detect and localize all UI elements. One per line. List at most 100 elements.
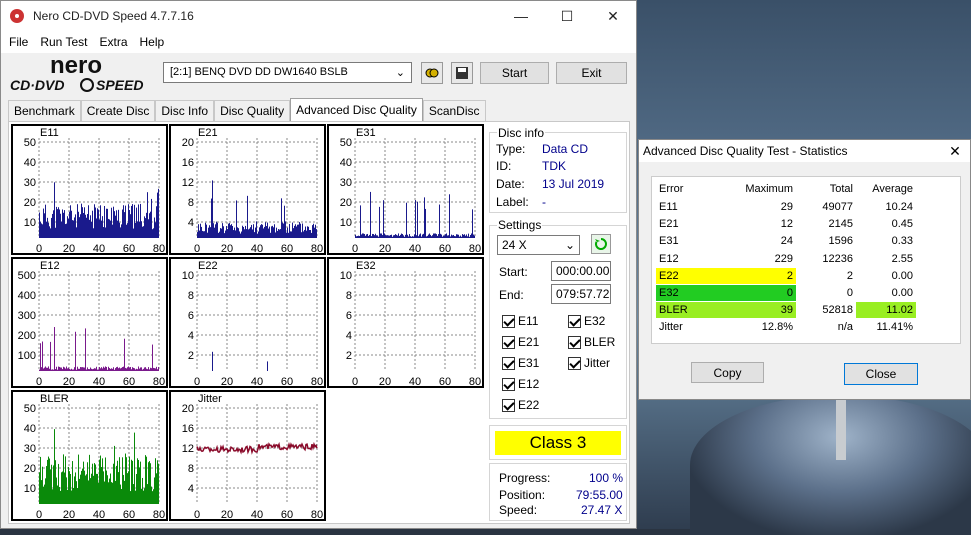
bar: [64, 472, 65, 504]
bar: [237, 227, 238, 238]
bar: [119, 457, 120, 504]
bar: [89, 219, 90, 238]
bar: [52, 489, 53, 504]
drive-select[interactable]: [2:1] BENQ DVD DD DW1640 BSLB ⌄: [163, 62, 412, 83]
bar: [148, 367, 149, 371]
x-tick-label: 0: [36, 243, 42, 255]
bar: [457, 234, 458, 238]
checkbox-e22[interactable]: E22: [502, 398, 539, 412]
y-tick-label: 8: [188, 463, 194, 475]
maximize-button[interactable]: ☐: [544, 1, 590, 31]
bar: [290, 231, 291, 238]
bar: [129, 209, 130, 238]
bar: [143, 226, 144, 238]
bar: [391, 234, 392, 238]
checkbox-bler[interactable]: BLER: [568, 335, 615, 349]
checkbox-e32[interactable]: E32: [568, 314, 605, 328]
x-tick-label: 60: [123, 376, 135, 388]
bar: [74, 217, 75, 238]
start-button[interactable]: Start: [480, 62, 549, 84]
save-icon[interactable]: [451, 62, 473, 84]
refresh-icon[interactable]: [591, 234, 611, 254]
bar: [144, 367, 145, 371]
y-tick-label: 30: [24, 177, 36, 189]
checkbox-e31[interactable]: E31: [502, 356, 539, 370]
bar: [422, 234, 423, 238]
x-tick-label: 0: [194, 509, 200, 521]
bar: [140, 461, 141, 504]
start-field[interactable]: 000:00.00: [551, 261, 611, 281]
bar: [299, 222, 300, 238]
bar: [107, 369, 108, 371]
menu-extra[interactable]: Extra: [93, 35, 133, 49]
x-tick-label: 40: [251, 376, 263, 388]
x-tick-label: 0: [352, 243, 358, 255]
bar: [114, 369, 115, 371]
tab-create-disc[interactable]: Create Disc: [80, 100, 156, 121]
y-tick-label: 2: [188, 350, 194, 362]
x-tick-label: 20: [221, 509, 233, 521]
bar: [40, 221, 41, 238]
y-tick-label: 10: [24, 483, 36, 495]
minimize-button[interactable]: —: [498, 1, 544, 31]
bar: [47, 459, 48, 504]
bar: [147, 484, 148, 504]
end-field[interactable]: 079:57.72: [551, 284, 611, 304]
checkbox-e21[interactable]: E21: [502, 335, 539, 349]
bar: [135, 222, 136, 238]
tab-advanced-disc-quality[interactable]: Advanced Disc Quality: [290, 98, 423, 121]
start-label: Start:: [499, 265, 528, 279]
bar: [233, 230, 234, 238]
checkbox-jitter[interactable]: Jitter: [568, 356, 610, 370]
bar: [101, 467, 102, 504]
bar: [265, 222, 266, 238]
bar: [63, 212, 64, 238]
chart-title: E12: [40, 260, 60, 272]
y-tick-label: 16: [182, 423, 194, 435]
checkbox-e11[interactable]: E11: [502, 314, 538, 328]
close-button[interactable]: ✕: [590, 1, 636, 31]
menu-help[interactable]: Help: [134, 35, 171, 49]
bar: [213, 223, 214, 238]
bar: [57, 209, 58, 238]
y-tick-label: 8: [346, 290, 352, 302]
bar: [81, 470, 82, 504]
tab-disc-quality[interactable]: Disc Quality: [214, 100, 291, 121]
copy-button[interactable]: Copy: [691, 362, 764, 383]
close-icon[interactable]: ✕: [940, 143, 970, 160]
bar: [120, 368, 121, 371]
cell-total: 0: [846, 287, 853, 299]
bar: [146, 368, 147, 371]
bar: [137, 458, 138, 504]
x-tick-label: 40: [251, 509, 263, 521]
bar: [93, 228, 94, 238]
tab-disc-info[interactable]: Disc Info: [155, 100, 215, 121]
eject-icon[interactable]: [421, 62, 443, 84]
y-tick-label: 4: [188, 217, 194, 229]
menu-file[interactable]: File: [3, 35, 34, 49]
chart-e11: E11 50 40 30 20 10 0 20 40 60 80: [11, 124, 168, 255]
bar: [139, 368, 140, 371]
bar: [143, 490, 144, 504]
y-tick-label: 8: [188, 197, 194, 209]
bar: [420, 233, 421, 238]
speed-select[interactable]: 24 X ⌄: [497, 235, 580, 255]
checkbox-e12[interactable]: E12: [502, 377, 539, 391]
bar: [69, 369, 70, 371]
chart-series: [212, 351, 268, 371]
y-tick-label: 400: [18, 290, 36, 302]
bar: [70, 369, 71, 371]
bar: [119, 367, 120, 371]
bar: [285, 221, 286, 238]
tab-benchmark[interactable]: Benchmark: [8, 100, 81, 121]
chart-svg: E11 50 40 30 20 10 0 20 40 60 80: [24, 127, 165, 255]
bar: [376, 235, 377, 238]
tab-scandisc[interactable]: ScanDisc: [422, 100, 486, 121]
bar: [77, 488, 78, 504]
menu-run-test[interactable]: Run Test: [34, 35, 93, 49]
bar: [461, 236, 462, 238]
bar: [54, 182, 55, 238]
exit-button[interactable]: Exit: [556, 62, 627, 84]
bar: [406, 202, 407, 238]
stats-close-button[interactable]: Close: [844, 363, 918, 385]
